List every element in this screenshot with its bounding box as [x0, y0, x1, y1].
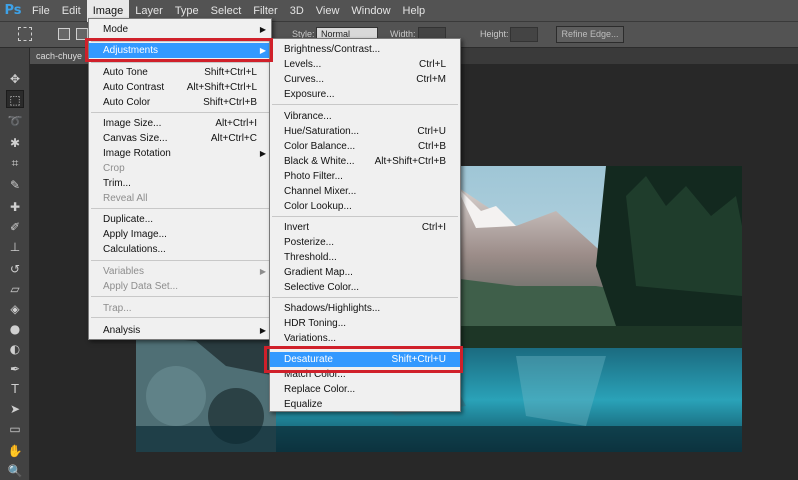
- history-brush-tool-icon[interactable]: ↺: [6, 260, 24, 278]
- move-tool-icon[interactable]: ✥: [6, 70, 24, 88]
- document-tab[interactable]: cach-chuye: [30, 48, 88, 64]
- menu-separator: [91, 317, 269, 318]
- image-menu: Mode ▶ Adjustments ▶ Auto Tone Shift+Ctrl+L…: [88, 18, 272, 340]
- adj-item-equalize[interactable]: Equalize: [270, 397, 460, 412]
- adj-item-channel-mixer[interactable]: Channel Mixer...: [270, 184, 460, 199]
- menu-separator: [272, 297, 458, 298]
- menu-separator: [91, 41, 269, 42]
- image-menu-item-analysis[interactable]: Analysis ▶: [89, 323, 271, 338]
- crop-tool-icon[interactable]: ⌗: [6, 154, 24, 172]
- adj-item-levels[interactable]: Levels... Ctrl+L: [270, 57, 460, 72]
- magic-wand-tool-icon[interactable]: ✱: [6, 134, 24, 152]
- adjustments-submenu: Brightness/Contrast... Levels... Ctrl+L C…: [269, 38, 461, 412]
- image-menu-item-mode[interactable]: Mode ▶: [89, 22, 271, 37]
- path-selection-tool-icon[interactable]: ➤: [6, 400, 24, 418]
- image-menu-item-auto-color[interactable]: Auto Color Shift+Ctrl+B: [89, 95, 271, 110]
- image-menu-item-crop: Crop: [103, 163, 125, 174]
- height-field[interactable]: [510, 27, 538, 42]
- menu-3d[interactable]: 3D: [284, 0, 310, 22]
- height-label: Height:: [480, 29, 509, 39]
- lasso-tool-icon[interactable]: ➰: [6, 112, 24, 130]
- adj-item-color-lookup[interactable]: Color Lookup...: [270, 199, 460, 214]
- adj-item-match-color[interactable]: Match Color...: [270, 367, 460, 382]
- image-menu-item-reveal-all: Reveal All: [103, 193, 148, 204]
- healing-brush-tool-icon[interactable]: ✚: [6, 198, 24, 216]
- image-menu-item-apply-image[interactable]: Apply Image...: [89, 227, 271, 242]
- adj-item-brightness-contrast[interactable]: Brightness/Contrast...: [270, 42, 460, 57]
- blur-tool-icon[interactable]: ●: [6, 320, 24, 338]
- adj-item-black-white[interactable]: Black & White... Alt+Shift+Ctrl+B: [270, 154, 460, 169]
- hand-tool-icon[interactable]: ✋: [6, 442, 24, 460]
- menu-file[interactable]: File: [26, 0, 56, 22]
- adj-item-invert[interactable]: Invert Ctrl+I: [270, 220, 460, 235]
- dodge-tool-icon[interactable]: ◐: [6, 340, 24, 358]
- adj-item-variations[interactable]: Variations...: [270, 331, 460, 346]
- zoom-tool-icon[interactable]: 🔍: [6, 462, 24, 480]
- image-menu-item-trap: Trap...: [103, 303, 132, 314]
- adj-item-shadows-highlights[interactable]: Shadows/Highlights...: [270, 301, 460, 316]
- rectangle-tool-icon[interactable]: ▭: [6, 420, 24, 438]
- photoshop-logo: Ps: [4, 3, 22, 18]
- marquee-tool-icon[interactable]: ⬚: [6, 90, 24, 108]
- menu-separator: [91, 62, 269, 63]
- adj-item-hdr-toning[interactable]: HDR Toning...: [270, 316, 460, 331]
- adj-item-posterize[interactable]: Posterize...: [270, 235, 460, 250]
- image-menu-item-duplicate[interactable]: Duplicate...: [89, 212, 271, 227]
- adj-item-curves[interactable]: Curves... Ctrl+M: [270, 72, 460, 87]
- adj-item-desaturate[interactable]: Desaturate Shift+Ctrl+U: [270, 352, 460, 367]
- menu-help[interactable]: Help: [397, 0, 432, 22]
- adj-item-threshold[interactable]: Threshold...: [270, 250, 460, 265]
- image-menu-item-variables: Variables ▶: [103, 266, 266, 277]
- adj-item-vibrance[interactable]: Vibrance...: [270, 109, 460, 124]
- image-menu-item-adjustments[interactable]: Adjustments ▶: [89, 43, 271, 58]
- refine-edge-button[interactable]: Refine Edge...: [556, 26, 624, 43]
- brush-tool-icon[interactable]: ✐: [6, 218, 24, 236]
- eraser-tool-icon[interactable]: ▱: [6, 280, 24, 298]
- menu-separator: [91, 112, 269, 113]
- menu-separator: [91, 260, 269, 261]
- menu-separator: [91, 296, 269, 297]
- adj-item-hue-saturation[interactable]: Hue/Saturation... Ctrl+U: [270, 124, 460, 139]
- image-menu-item-canvas-size[interactable]: Canvas Size... Alt+Ctrl+C: [89, 131, 271, 146]
- eyedropper-tool-icon[interactable]: ✎: [6, 176, 24, 194]
- menu-edit[interactable]: Edit: [56, 0, 87, 22]
- menu-separator: [272, 216, 458, 217]
- image-menu-item-auto-tone[interactable]: Auto Tone Shift+Ctrl+L: [89, 65, 271, 80]
- paint-bucket-tool-icon[interactable]: ◈: [6, 300, 24, 318]
- menu-window[interactable]: Window: [345, 0, 396, 22]
- image-menu-item-image-size[interactable]: Image Size... Alt+Ctrl+I: [89, 116, 271, 131]
- marquee-preset-icon[interactable]: [18, 27, 32, 41]
- pen-tool-icon[interactable]: ✒: [6, 360, 24, 378]
- adj-item-gradient-map[interactable]: Gradient Map...: [270, 265, 460, 280]
- adj-item-photo-filter[interactable]: Photo Filter...: [270, 169, 460, 184]
- type-tool-icon[interactable]: T: [6, 380, 24, 398]
- menu-separator: [91, 208, 269, 209]
- menu-view[interactable]: View: [310, 0, 346, 22]
- new-selection-icon[interactable]: [58, 28, 70, 40]
- tools-panel: ✥ ⬚ ➰ ✱ ⌗ ✎ ✚ ✐ ⊥ ↺ ▱ ◈ ● ◐ ✒ T ➤ ▭ ✋ 🔍: [0, 48, 30, 480]
- image-menu-item-auto-contrast[interactable]: Auto Contrast Alt+Shift+Ctrl+L: [89, 80, 271, 95]
- image-menu-item-image-rotation[interactable]: Image Rotation ▶: [89, 146, 271, 161]
- image-menu-item-calculations[interactable]: Calculations...: [89, 242, 271, 257]
- menu-separator: [272, 348, 458, 349]
- image-menu-item-apply-data-set: Apply Data Set...: [103, 281, 179, 292]
- adj-item-selective-color[interactable]: Selective Color...: [270, 280, 460, 295]
- adj-item-exposure[interactable]: Exposure...: [270, 87, 460, 102]
- add-selection-icon[interactable]: [76, 28, 88, 40]
- adj-item-replace-color[interactable]: Replace Color...: [270, 382, 460, 397]
- menu-separator: [272, 104, 458, 105]
- image-menu-item-trim[interactable]: Trim...: [89, 176, 271, 191]
- clone-stamp-tool-icon[interactable]: ⊥: [6, 238, 24, 256]
- adj-item-color-balance[interactable]: Color Balance... Ctrl+B: [270, 139, 460, 154]
